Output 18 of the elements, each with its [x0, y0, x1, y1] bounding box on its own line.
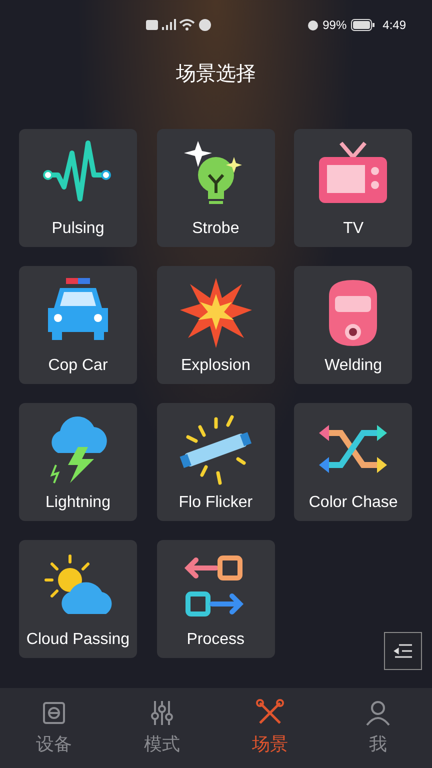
- clock-time: 4:49: [382, 17, 406, 34]
- nav-tab[interactable]: 模式: [108, 698, 216, 758]
- scene-tile[interactable]: Cloud Passing: [19, 540, 137, 658]
- page-title: 场景选择: [176, 62, 256, 87]
- scene-tile[interactable]: Pulsing: [19, 129, 137, 247]
- scene-tile[interactable]: Strobe: [156, 129, 275, 247]
- scene-tile[interactable]: Explosion: [156, 266, 275, 384]
- nav-tab[interactable]: 我: [324, 698, 432, 758]
- nav-tab[interactable]: 设备: [0, 698, 108, 758]
- scene-tile[interactable]: Process: [156, 540, 275, 658]
- scene-tile[interactable]: Lightning: [19, 403, 137, 521]
- scene-tile[interactable]: TV: [294, 129, 412, 247]
- scene-tile[interactable]: Welding: [294, 266, 412, 384]
- scene-tile[interactable]: Cop Car: [19, 266, 137, 384]
- scene-tile[interactable]: Flo Flicker: [156, 403, 275, 521]
- nav-tab[interactable]: 场景: [216, 698, 324, 758]
- battery-percent: 99%: [322, 17, 347, 34]
- scene-tile[interactable]: Color Chase: [294, 403, 412, 521]
